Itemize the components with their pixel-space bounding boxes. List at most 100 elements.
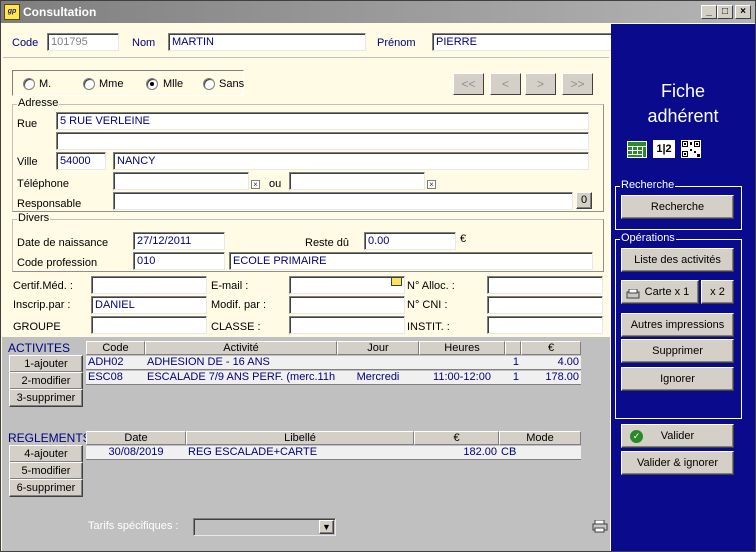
- instit-label: INSTIT. :: [407, 321, 450, 333]
- card-printer-icon: [626, 286, 640, 299]
- activite-prix-cell: 178.00: [545, 371, 579, 383]
- reglement-libelle-cell: REG ESCALADE+CARTE: [188, 446, 318, 458]
- chevron-down-icon[interactable]: ▼: [319, 520, 334, 534]
- col-code[interactable]: Code: [86, 341, 145, 355]
- activite-modify-button[interactable]: 2-modifier: [9, 372, 83, 390]
- rue-field[interactable]: 5 RUE VERLEINE: [56, 112, 589, 130]
- inscrip-par-label: Inscrip.par :: [13, 299, 71, 311]
- tarifs-dropdown[interactable]: [193, 518, 336, 536]
- radio-sans[interactable]: [203, 78, 215, 90]
- reste-du-field[interactable]: 0.00: [364, 232, 456, 250]
- sms-checkbox-1[interactable]: ×: [251, 180, 260, 189]
- inscrip-par-field[interactable]: DANIEL: [91, 296, 207, 314]
- instit-field[interactable]: [487, 316, 603, 334]
- prenom-field[interactable]: PIERRE: [432, 33, 630, 51]
- lower-panel: ACTIVITES 1-ajouter 2-modifier 3-supprim…: [2, 337, 610, 551]
- certif-med-label: Certif.Méd. :: [13, 280, 73, 292]
- reglements-title: REGLEMENTS: [8, 431, 91, 445]
- first-record-button[interactable]: <<: [453, 73, 484, 95]
- printer-icon[interactable]: [592, 519, 608, 533]
- activite-add-button[interactable]: 1-ajouter: [9, 355, 83, 373]
- col-heures[interactable]: Heures: [419, 341, 505, 355]
- col-mode[interactable]: Mode: [499, 431, 581, 445]
- col-prix[interactable]: €: [521, 341, 581, 355]
- col-jour[interactable]: Jour: [337, 341, 419, 355]
- activite-qty-cell: 1: [512, 371, 519, 383]
- activite-heures-cell: [421, 356, 503, 370]
- rue2-field[interactable]: [56, 132, 589, 150]
- calculator-icon[interactable]: [627, 141, 647, 158]
- responsable-field[interactable]: [113, 192, 573, 210]
- title-bar[interactable]: gp Consultation _ □ ×: [1, 1, 755, 23]
- valider-ignorer-button[interactable]: Valider & ignorer: [621, 451, 734, 475]
- responsable-lookup-button[interactable]: 0: [576, 192, 592, 209]
- code-postal-field[interactable]: 54000: [56, 152, 106, 170]
- liste-activites-button[interactable]: Liste des activités: [621, 248, 734, 272]
- radio-mme[interactable]: [83, 78, 95, 90]
- modif-par-field[interactable]: [289, 296, 405, 314]
- groupe-field[interactable]: [91, 316, 207, 334]
- radio-m[interactable]: [23, 78, 35, 90]
- classe-field[interactable]: [289, 316, 405, 334]
- sidebar: Fiche adhérent 1|2 Recherche Recherche O…: [611, 24, 755, 551]
- num-cni-label: N° CNI :: [407, 299, 448, 311]
- email-field[interactable]: [289, 276, 405, 294]
- reglement-modify-button[interactable]: 5-modifier: [9, 462, 83, 480]
- activite-name-cell: ESCALADE 7/9 ANS PERF. (merc.11h-: [147, 371, 335, 383]
- email-label: E-mail :: [211, 280, 249, 292]
- supprimer-button[interactable]: Supprimer: [621, 339, 734, 363]
- numbering-icon[interactable]: 1|2: [653, 140, 675, 158]
- adresse-group-title: Adresse: [17, 97, 60, 109]
- certif-med-field[interactable]: [91, 276, 207, 294]
- col-qty[interactable]: [505, 341, 521, 355]
- nom-label: Nom: [132, 37, 156, 49]
- num-alloc-field[interactable]: [487, 276, 603, 294]
- window-title: Consultation: [23, 5, 97, 19]
- ville-field[interactable]: NANCY: [113, 152, 589, 170]
- date-naissance-label: Date de naissance: [17, 237, 109, 249]
- recherche-group-title: Recherche: [620, 179, 676, 191]
- recherche-button[interactable]: Recherche: [621, 195, 734, 219]
- ignorer-button[interactable]: Ignorer: [621, 367, 734, 391]
- telephone-field[interactable]: [113, 172, 249, 190]
- previous-record-button[interactable]: <: [490, 73, 521, 95]
- col-date[interactable]: Date: [86, 431, 186, 445]
- activite-delete-button[interactable]: 3-supprimer: [9, 389, 83, 407]
- date-naissance-field[interactable]: 27/12/2011: [133, 232, 225, 250]
- code-profession-label: Code profession: [17, 257, 98, 269]
- col-libelle[interactable]: Libellé: [186, 431, 414, 445]
- col-montant[interactable]: €: [414, 431, 499, 445]
- next-record-button[interactable]: >: [525, 73, 556, 95]
- minimize-button[interactable]: _: [701, 5, 717, 19]
- carte-x2-button[interactable]: x 2: [701, 280, 734, 304]
- valider-button[interactable]: ✓ Valider: [621, 424, 734, 448]
- col-activite[interactable]: Activité: [145, 341, 337, 355]
- close-button[interactable]: ×: [735, 5, 751, 19]
- groupe-label: GROUPE: [13, 321, 61, 333]
- valider-label: Valider: [660, 430, 695, 442]
- responsable-label: Responsable: [17, 198, 82, 210]
- reglement-add-button[interactable]: 4-ajouter: [9, 445, 83, 463]
- reglement-delete-button[interactable]: 6-supprimer: [9, 479, 83, 497]
- send-email-icon[interactable]: [391, 277, 402, 286]
- code-field[interactable]: 101795: [47, 33, 119, 51]
- classe-label: CLASSE :: [211, 321, 261, 333]
- carte-x1-button[interactable]: Carte x 1: [621, 280, 699, 304]
- app-logo-icon: gp: [4, 4, 20, 20]
- telephone2-field[interactable]: [289, 172, 425, 190]
- maximize-button[interactable]: □: [717, 5, 733, 19]
- profession-field[interactable]: ECOLE PRIMAIRE: [229, 252, 593, 270]
- ville-label: Ville: [17, 156, 38, 168]
- num-cni-field[interactable]: [487, 296, 603, 314]
- last-record-button[interactable]: >>: [562, 73, 593, 95]
- sidebar-heading-line1: Fiche: [660, 81, 705, 101]
- sidebar-heading-line2: adhérent: [647, 106, 719, 126]
- autres-impressions-button[interactable]: Autres impressions: [621, 313, 734, 337]
- sms-checkbox-2[interactable]: ×: [427, 180, 436, 189]
- code-profession-field[interactable]: 010: [133, 252, 225, 270]
- nom-field[interactable]: MARTIN: [168, 33, 366, 51]
- telephone-label: Téléphone: [17, 178, 69, 190]
- qr-code-icon[interactable]: [681, 140, 701, 158]
- radio-mlle[interactable]: [146, 78, 158, 90]
- prenom-label: Prénom: [377, 37, 416, 49]
